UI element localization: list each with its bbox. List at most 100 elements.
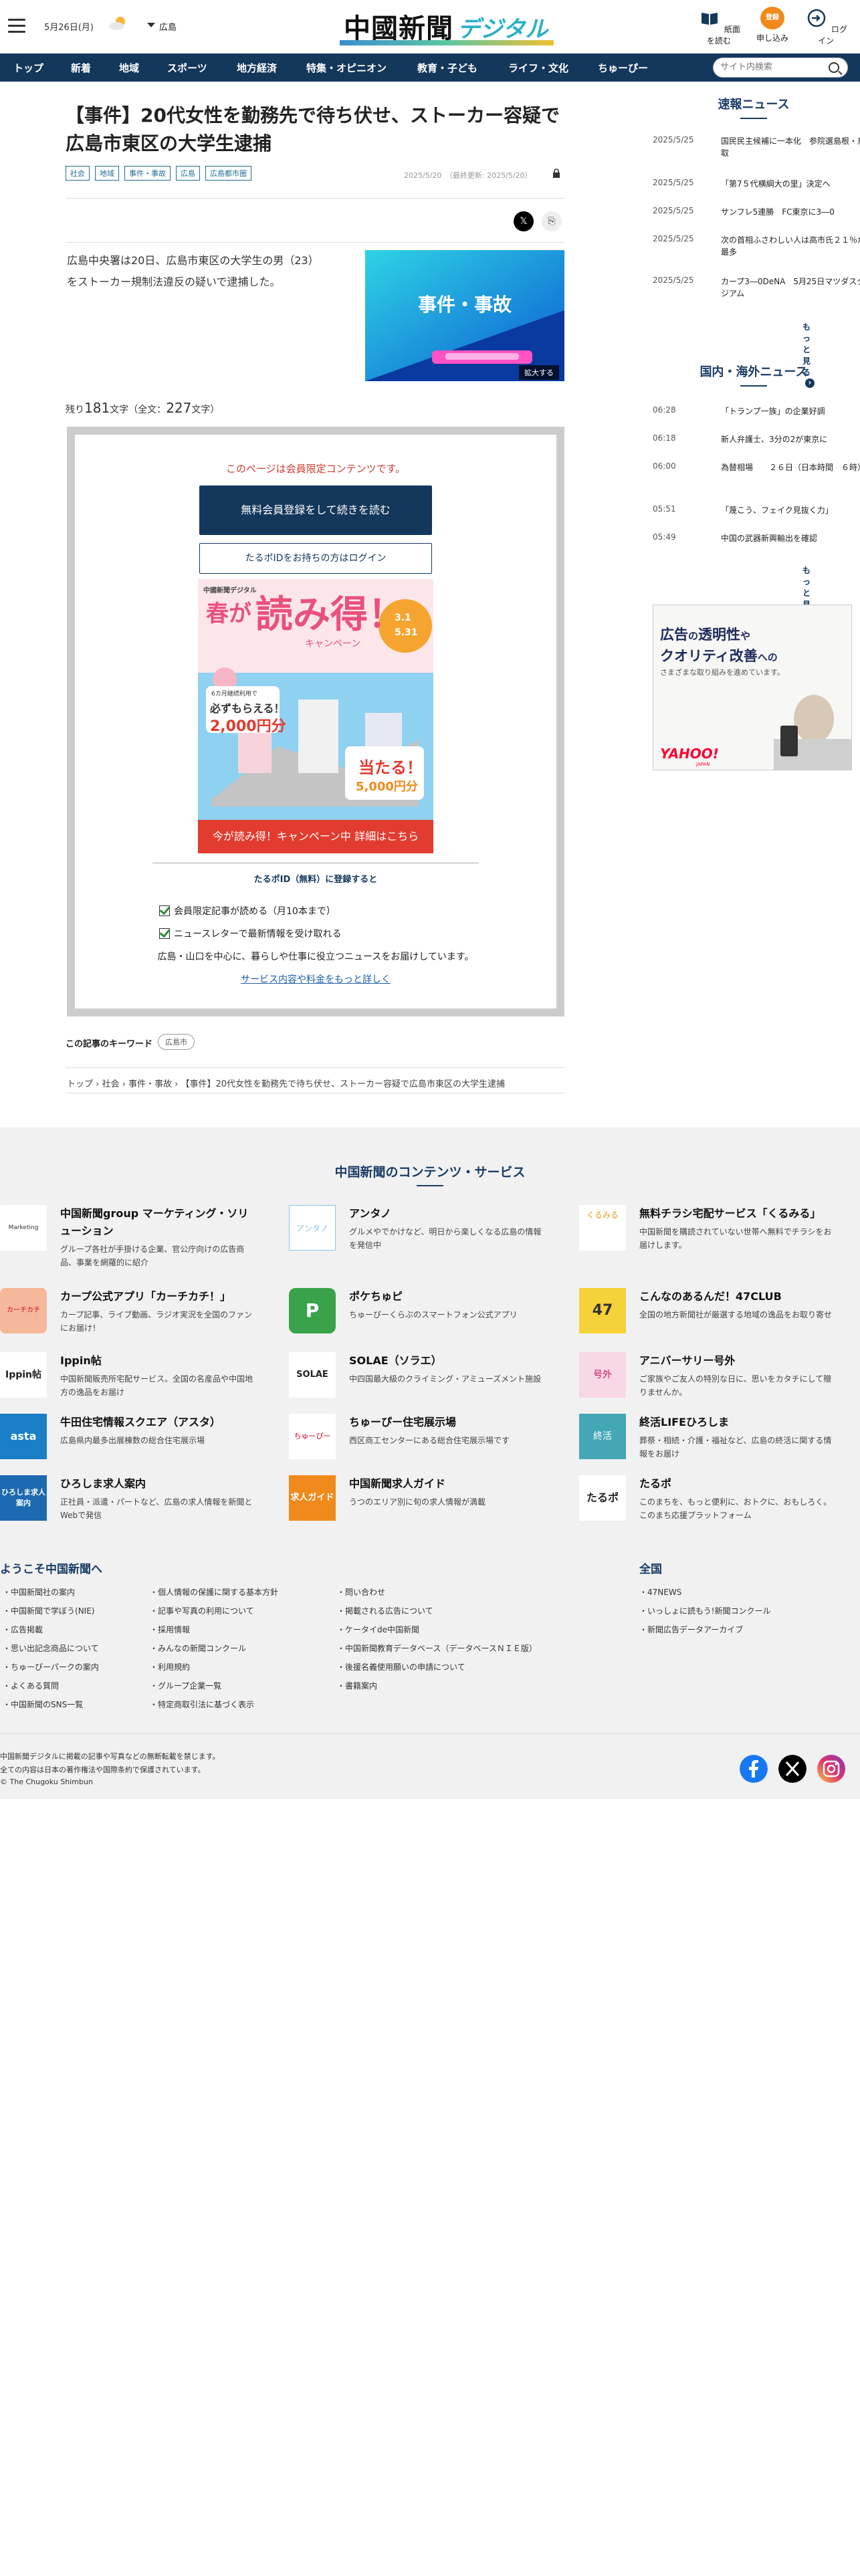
nav-item-new[interactable]: 新着 <box>71 61 91 75</box>
news-item[interactable]: 2025/5/25 「第7５代横綱大の里」決定へ <box>653 175 860 203</box>
nav-item-sports[interactable]: スポーツ <box>167 61 207 75</box>
copyright: © The Chugoku Shimbun <box>0 1778 93 1786</box>
service-item[interactable]: アンタノ アンタノ グルメやでかけなど、明日から楽しくなる広島の情報を発信中 <box>289 1205 543 1272</box>
yahoo-ad-banner[interactable]: 広告の透明性や クオリティ改善への さまざまな取り組みを進めています。 YAHO… <box>653 605 852 770</box>
service-item[interactable]: たるポ たるポ このまちを、もっと便利に、おトクに、おもしろく。このまち応援プラット… <box>579 1475 833 1542</box>
article-title: 【事件】20代女性を勤務先で待ち伏せ、ストーカー容疑で広島市東区の大学生逮捕 <box>66 104 560 154</box>
read-paper-button[interactable]: 紙面を読む <box>695 7 742 46</box>
footer-link[interactable]: 広告掲載 <box>3 1624 43 1635</box>
search-icon[interactable] <box>829 62 839 73</box>
benefit-title: たるポID（無料）に登録すると <box>253 875 378 885</box>
service-item[interactable]: Marketing Solution 中国新聞group マーケティング・ソリュー… <box>0 1205 254 1272</box>
taruport-login-button[interactable]: たるポIDをお持ちの方はログイン <box>199 543 432 574</box>
footer-link[interactable]: 中国新聞教育データベース（データベースＮＩＥ版） <box>337 1642 537 1654</box>
service-name: ポケちゅピ <box>349 1290 403 1303</box>
instagram-icon[interactable] <box>817 1755 845 1783</box>
article-photo[interactable]: 事件・事故 <box>365 250 564 381</box>
news-item[interactable]: 2025/5/25 サンフレ5連勝 FC東京に3―0 <box>653 203 860 231</box>
service-item[interactable]: 終活 終活LIFEひろしま 葬祭・相続・介護・福祉など、広島の終活に関する情報をお届… <box>579 1414 833 1481</box>
nav-item-chupi[interactable]: ちゅーぴー <box>598 61 648 75</box>
service-details-link[interactable]: サービス内容や料金をもっと詳しく <box>75 972 556 986</box>
service-item[interactable]: 号外 アニバーサリー号外 ご家族やご友人の特別な日に、思いをカタチにして贈りませんか… <box>579 1352 833 1419</box>
keyword-tag[interactable]: 広島市 <box>158 1034 195 1050</box>
national-heading: 全国 <box>639 1563 662 1576</box>
members-only-notice: このページは会員限定コンテンツです。 <box>225 463 406 475</box>
breadcrumb-incident[interactable]: 事件・事故 <box>128 1079 172 1089</box>
service-item[interactable]: ひろしま求人案内 ひろしま求人案内 正社員・派遣・パートなど、広島の求人情報を新聞と… <box>0 1475 254 1542</box>
footer-link[interactable]: 特定商取引法に基づく表示 <box>150 1699 254 1710</box>
footer-link[interactable]: 中国新聞のSNS一覧 <box>3 1699 83 1710</box>
news-item[interactable]: 06:00 為替相場 ２６日（日本時間 ６時） <box>653 459 860 487</box>
ad-line2: クオリティ改善への <box>660 645 778 665</box>
footer-link[interactable]: ちゅーぴーパークの案内 <box>3 1661 99 1673</box>
nav-item-economy[interactable]: 地方経済 <box>237 61 277 75</box>
nav-item-top[interactable]: トップ <box>13 61 43 75</box>
tag-region[interactable]: 地域 <box>95 166 119 181</box>
footer-link[interactable]: 中国新聞で学ぼう(NIE) <box>3 1605 94 1616</box>
footer-divider <box>0 1733 860 1734</box>
register-button[interactable]: 無料会員登録をして続きを読む <box>199 486 432 535</box>
login-button[interactable]: ログイン <box>802 7 849 46</box>
nav-item-life[interactable]: ライフ・文化 <box>508 61 568 75</box>
footer-link[interactable]: 記事や写真の利用について <box>150 1605 254 1616</box>
footer-link[interactable]: 問い合わせ <box>337 1586 385 1598</box>
service-item[interactable]: Ippin帖 Ippin帖 中国新聞販売所宅配サービス。全国の名産品や中国地方の逸品… <box>0 1352 254 1419</box>
hamburger-menu-icon[interactable] <box>8 19 25 33</box>
footer-link[interactable]: 採用情報 <box>150 1624 190 1635</box>
service-item[interactable]: カーチカチ カープ公式アプリ「カーチカチ！」 カープ記事、ライブ動画、ラジオ実況を全… <box>0 1288 254 1355</box>
nav-item-education[interactable]: 教育・子ども <box>417 61 477 75</box>
tag-hiroshima[interactable]: 広島 <box>176 166 200 181</box>
region-selector[interactable]: 広島 <box>147 20 177 33</box>
service-desc: ちゅーぴーくらぶのスマートフォン公式アプリ <box>349 1310 518 1319</box>
footer-link[interactable]: 後援名義使用願いの申請について <box>337 1661 465 1673</box>
footer-link[interactable]: ケータイde中国新聞 <box>337 1624 419 1635</box>
footer-link[interactable]: 利用規約 <box>150 1661 190 1673</box>
site-logo[interactable]: 中國新聞 デジタル <box>340 5 554 45</box>
service-item[interactable]: P ポケちゅピ ちゅーぴーくらぶのスマートフォン公式アプリ <box>289 1288 543 1355</box>
service-item[interactable]: SOLAE SOLAE（ソラエ） 中四国最大級のクライミング・アミューズメント施設 <box>289 1352 543 1419</box>
footer-link[interactable]: 47NEWS <box>639 1586 681 1598</box>
footer-link[interactable]: 書籍案内 <box>337 1680 377 1691</box>
breadcrumb-society[interactable]: 社会 <box>102 1079 119 1089</box>
news-item[interactable]: 2025/5/25 国民民主候補に一本化 参院選島根・鳥取 <box>653 132 860 160</box>
tag-hiroshima-area[interactable]: 広島都市圏 <box>205 166 251 181</box>
footer-link[interactable]: 中国新聞社の案内 <box>3 1586 75 1598</box>
signup-label: 申し込み <box>756 33 788 43</box>
footer-link[interactable]: 掲載される広告について <box>337 1605 433 1616</box>
breadcrumb-top[interactable]: トップ <box>67 1079 93 1089</box>
campaign-banner[interactable]: 中國新聞デジタル 春が 読み得！ キャンペーン 3.1 5.31 6カ月継続利用… <box>198 579 433 820</box>
signup-button[interactable]: 登録 申し込み <box>749 7 796 43</box>
footer-link[interactable]: 新聞広告データアーカイブ <box>639 1624 743 1635</box>
footer-link[interactable]: 思い出記念商品について <box>3 1642 99 1654</box>
service-item[interactable]: 求人ガイド 中国新聞求人ガイド うつのエリア別に旬の求人情報が満載 <box>289 1475 543 1542</box>
news-item[interactable]: 06:28 「トランプ一族」の企業好調 <box>653 403 860 431</box>
news-item[interactable]: 05:51 「蔑こう、フェイク見抜く力」 <box>653 502 860 530</box>
news-item[interactable]: 2025/5/25 次の首相ふさわしい人は高市氏２１％が最多 <box>653 231 860 259</box>
tag-society[interactable]: 社会 <box>66 166 90 181</box>
link-copy-icon[interactable]: ⎘ <box>542 211 562 231</box>
service-item[interactable]: asta 牛田住宅情報スクエア（アスタ） 広島県内最多出展棟数の総合住宅展示場 <box>0 1414 254 1481</box>
service-item[interactable]: くるみる 無料チラシ宅配サービス「くるみる」 中国新聞を購読されていない世帯へ無料で… <box>579 1205 833 1272</box>
search-input[interactable] <box>720 62 821 72</box>
footer-link[interactable]: グループ企業一覧 <box>150 1680 221 1691</box>
footer-link[interactable]: みんなの新聞コンクール <box>150 1642 246 1654</box>
campaign-details-button[interactable]: 今が読み得！キャンペーン中 詳細はこちら <box>198 820 433 853</box>
ad-line1: 広告の透明性や <box>660 624 750 644</box>
x-share-icon[interactable]: 𝕏 <box>514 211 534 231</box>
facebook-icon[interactable] <box>740 1755 768 1783</box>
site-search <box>713 58 848 78</box>
footer-link[interactable]: いっしょに読もう!新聞コンクール <box>639 1605 770 1616</box>
news-item[interactable]: 2025/5/25 カープ3―0DeNA 5月25日マツダスタジアム <box>653 273 860 301</box>
zoom-button[interactable]: 拡大する <box>519 365 559 380</box>
campaign-small-text: 中國新聞デジタル <box>203 587 257 595</box>
news-item[interactable]: 06:18 新人弁護士、3分の2が東京に <box>653 431 860 459</box>
tag-incident[interactable]: 事件・事故 <box>124 166 171 181</box>
footer-link[interactable]: よくある質問 <box>3 1680 59 1691</box>
news-item[interactable]: 05:49 中国の武器新興輸出を確認 <box>653 530 860 558</box>
nav-item-region[interactable]: 地域 <box>119 61 139 75</box>
service-item[interactable]: 47 こんなのあるんだ！47CLUB 全国の地方新聞社が厳選する地域の逸品をお取り寄… <box>579 1288 833 1355</box>
footer-link[interactable]: 個人情報の保護に関する基本方針 <box>150 1586 278 1598</box>
service-item[interactable]: ちゅーぴー ちゅーぴー住宅展示場 西区商工センターにある総合住宅展示場です <box>289 1414 543 1481</box>
nav-item-opinion[interactable]: 特集・オピニオン <box>306 61 387 75</box>
x-icon[interactable] <box>778 1755 807 1783</box>
